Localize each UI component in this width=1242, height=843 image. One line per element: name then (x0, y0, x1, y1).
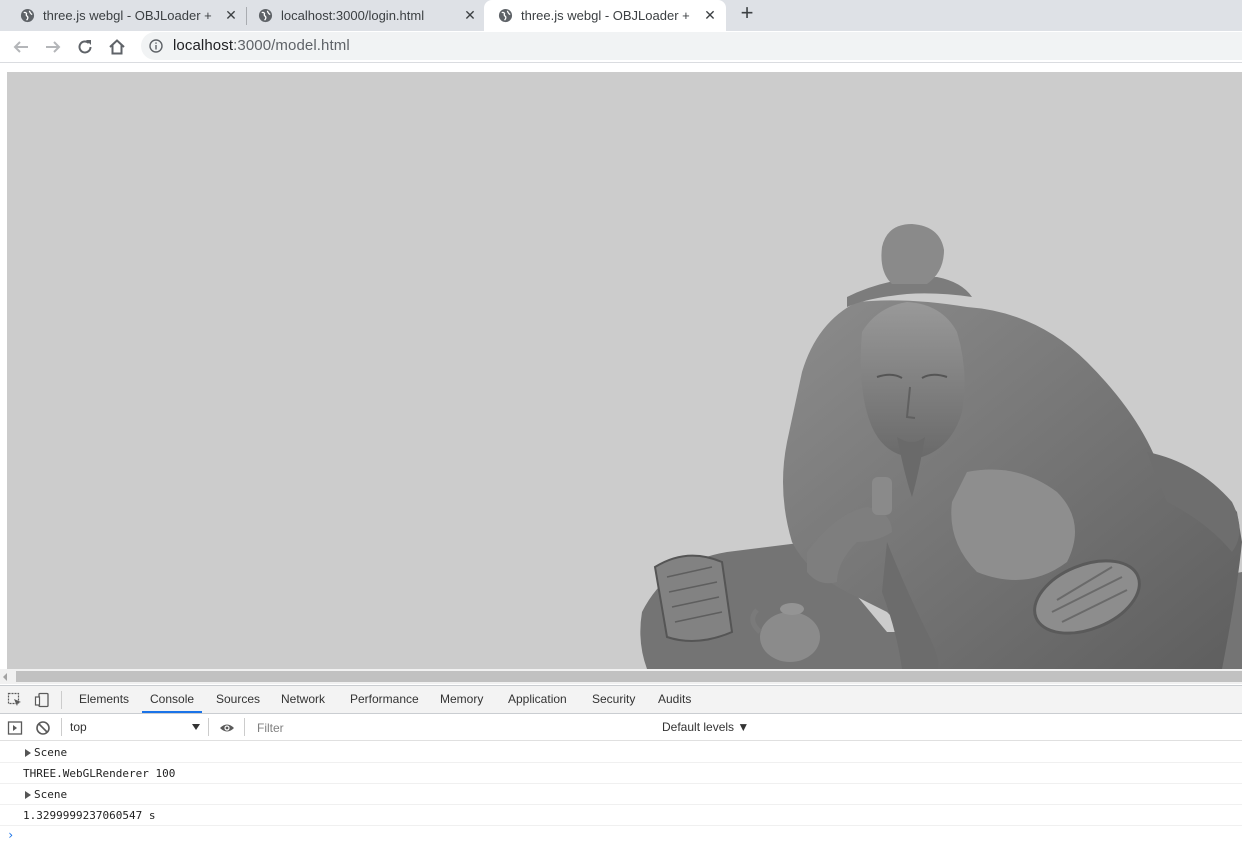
tab-title: three.js webgl - OBJLoader + MTLLoader (43, 8, 215, 23)
globe-icon (20, 8, 35, 23)
url-path: :3000/model.html (233, 37, 350, 54)
divider (244, 718, 245, 736)
back-button[interactable] (9, 35, 33, 59)
close-tab-icon[interactable]: ✕ (703, 8, 717, 22)
close-tab-icon[interactable]: ✕ (463, 8, 477, 22)
reload-button[interactable] (73, 35, 97, 59)
log-levels-dropdown[interactable]: Default levels ▼ (662, 720, 749, 734)
eye-icon[interactable] (219, 720, 235, 736)
expand-triangle-icon[interactable] (25, 791, 31, 799)
tab-memory[interactable]: Memory (440, 686, 483, 713)
url-text: localhost:3000/model.html (173, 37, 350, 54)
console-message: 1.3299999237060547 s (0, 805, 1242, 826)
console-prompt[interactable]: › (7, 828, 14, 842)
tab-elements[interactable]: Elements (79, 686, 129, 713)
devtools-tab-bar: Elements Console Sources Network Perform… (0, 686, 1242, 714)
webgl-canvas[interactable] (7, 72, 1242, 669)
tab-sources[interactable]: Sources (216, 686, 260, 713)
browser-tab-2[interactable]: localhost:3000/login.html ✕ (238, 0, 484, 31)
tab-console[interactable]: Console (142, 686, 203, 713)
expand-triangle-icon[interactable] (25, 749, 31, 757)
clear-console-icon[interactable] (35, 720, 51, 736)
tab-audits[interactable]: Audits (658, 686, 691, 713)
console-messages: Scene THREE.WebGLRenderer 100 Scene 1.32… (0, 742, 1242, 826)
tab-network[interactable]: Network (281, 686, 325, 713)
reload-icon (78, 40, 92, 54)
chevron-down-icon (192, 724, 200, 730)
devtools-panel: Elements Console Sources Network Perform… (0, 685, 1242, 843)
new-tab-button[interactable]: + (736, 2, 758, 25)
console-message[interactable]: Scene (0, 742, 1242, 763)
console-message-text: Scene (34, 746, 68, 759)
inspect-element-icon[interactable] (7, 692, 23, 708)
console-message[interactable]: Scene (0, 784, 1242, 805)
browser-toolbar: localhost:3000/model.html (0, 31, 1242, 63)
console-filter-input[interactable] (250, 718, 654, 737)
divider (61, 718, 62, 736)
scrollbar-thumb[interactable] (16, 671, 1242, 682)
arrow-left-icon (13, 41, 28, 53)
scroll-left-icon[interactable] (3, 673, 7, 681)
context-value: top (70, 720, 87, 734)
home-button[interactable] (105, 35, 129, 59)
console-message-text: THREE.WebGLRenderer 100 (23, 767, 176, 780)
browser-tab-1[interactable]: three.js webgl - OBJLoader + MTLLoader ✕ (0, 0, 246, 31)
tab-strip: three.js webgl - OBJLoader + MTLLoader ✕… (0, 0, 1242, 31)
home-icon (109, 39, 125, 55)
console-message: THREE.WebGLRenderer 100 (0, 763, 1242, 784)
horizontal-scrollbar[interactable] (0, 669, 1242, 684)
close-tab-icon[interactable]: ✕ (224, 8, 238, 22)
statue-model (640, 224, 1242, 669)
tab-performance[interactable]: Performance (350, 686, 419, 713)
execution-context-select[interactable]: top (70, 720, 202, 736)
console-message-text: 1.3299999237060547 s (23, 809, 156, 822)
tab-title: localhost:3000/login.html (281, 8, 425, 23)
arrow-right-icon (46, 41, 61, 53)
show-sidebar-icon[interactable] (7, 720, 23, 736)
info-icon[interactable] (149, 39, 163, 53)
globe-icon (498, 8, 513, 23)
console-toolbar: top Default levels ▼ (0, 714, 1242, 741)
tab-security[interactable]: Security (592, 686, 635, 713)
tab-title: three.js webgl - OBJLoader + MTLLoader (521, 8, 691, 23)
divider (208, 718, 209, 736)
url-host: localhost (173, 37, 234, 54)
browser-tab-3-active[interactable]: three.js webgl - OBJLoader + MTLLoader ✕ (484, 0, 726, 31)
console-message-text: Scene (34, 788, 68, 801)
address-bar[interactable]: localhost:3000/model.html (141, 32, 1242, 60)
tab-application[interactable]: Application (508, 686, 567, 713)
forward-button[interactable] (41, 35, 65, 59)
divider (61, 691, 62, 709)
globe-icon (258, 8, 273, 23)
page-viewport (0, 64, 1242, 685)
device-toolbar-icon[interactable] (34, 692, 50, 708)
